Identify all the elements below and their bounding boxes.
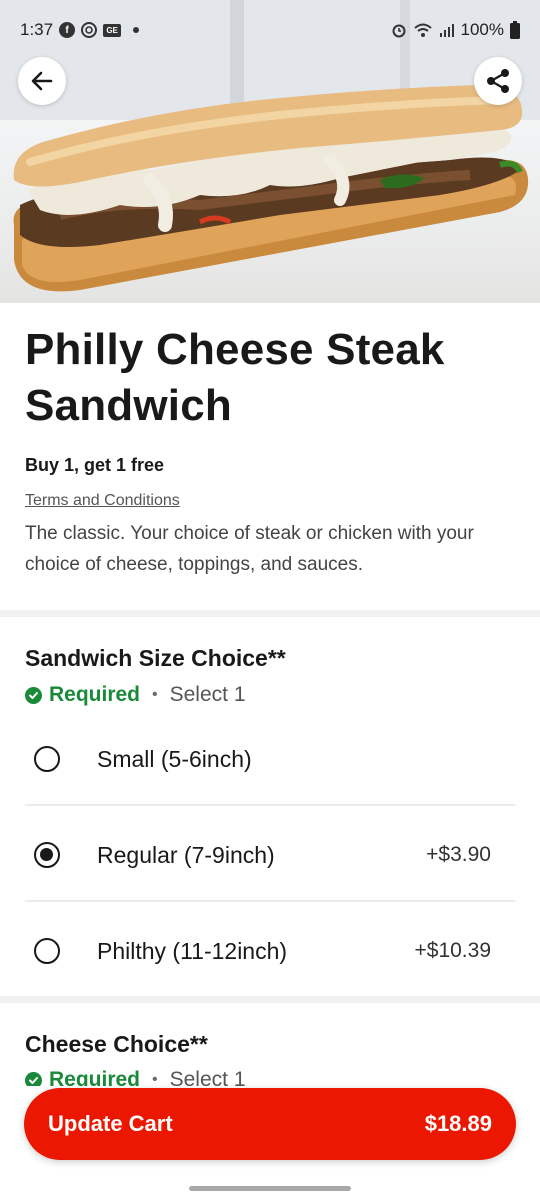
promo-text: Buy 1, get 1 free	[25, 455, 165, 475]
status-left: 1:37 f GE	[20, 20, 140, 40]
cheese-section-title: Cheese Choice**	[25, 1031, 208, 1057]
option-label: Small (5-6inch)	[97, 745, 252, 772]
option-price: +$10.39	[414, 939, 492, 962]
wifi-icon	[413, 22, 433, 38]
required-separator: •	[152, 686, 158, 703]
arrow-left-icon	[31, 71, 53, 91]
section-divider	[0, 610, 540, 617]
update-cart-label: Update Cart	[48, 1111, 173, 1136]
status-right: 100%	[391, 20, 520, 40]
item-description: The classic. Your choice of steak or chi…	[25, 523, 474, 575]
dot-icon	[133, 27, 140, 33]
cart-total: $18.89	[424, 1111, 492, 1136]
option-label: Philthy (11-12inch)	[97, 937, 288, 964]
radio-button[interactable]	[34, 938, 60, 964]
share-button[interactable]	[474, 57, 522, 105]
row-divider	[25, 804, 515, 806]
option-size-regular[interactable]: Regular (7-9inch) +$3.90	[25, 807, 515, 903]
signal-icon	[439, 22, 455, 38]
section-divider	[0, 996, 540, 1003]
alarm-icon	[391, 22, 407, 38]
status-bar: 1:37 f GE 100%	[0, 0, 540, 60]
required-label: Required	[49, 683, 141, 706]
item-detail-screen: 1:37 f GE 100% Philly Cheese Steak Sandw…	[0, 0, 540, 1200]
threads-icon	[81, 22, 98, 38]
row-divider	[25, 900, 515, 902]
back-button[interactable]	[18, 57, 66, 105]
radio-button-selected[interactable]	[34, 842, 60, 868]
select-count-label: Select 1	[169, 683, 246, 706]
terms-link[interactable]: Terms and Conditions	[25, 492, 180, 510]
option-size-small[interactable]: Small (5-6inch)	[25, 711, 515, 807]
option-price: +$3.90	[426, 843, 491, 866]
share-icon	[487, 69, 509, 93]
battery-percent: 100%	[460, 20, 504, 39]
update-cart-button[interactable]: Update Cart $18.89	[24, 1088, 516, 1160]
size-required-row: Required • Select 1	[25, 683, 246, 707]
radio-button[interactable]	[34, 746, 60, 772]
check-circle-icon	[25, 686, 42, 704]
size-section-title: Sandwich Size Choice**	[25, 645, 286, 671]
facebook-icon: f	[59, 22, 76, 38]
ge-icon: GE	[103, 23, 122, 37]
option-label: Regular (7-9inch)	[97, 841, 275, 868]
home-indicator[interactable]	[189, 1186, 351, 1191]
battery-icon	[510, 21, 520, 39]
item-title: Philly Cheese Steak Sandwich	[25, 325, 445, 430]
status-time: 1:37	[20, 20, 54, 39]
option-size-philthy[interactable]: Philthy (11-12inch) +$10.39	[25, 903, 515, 999]
